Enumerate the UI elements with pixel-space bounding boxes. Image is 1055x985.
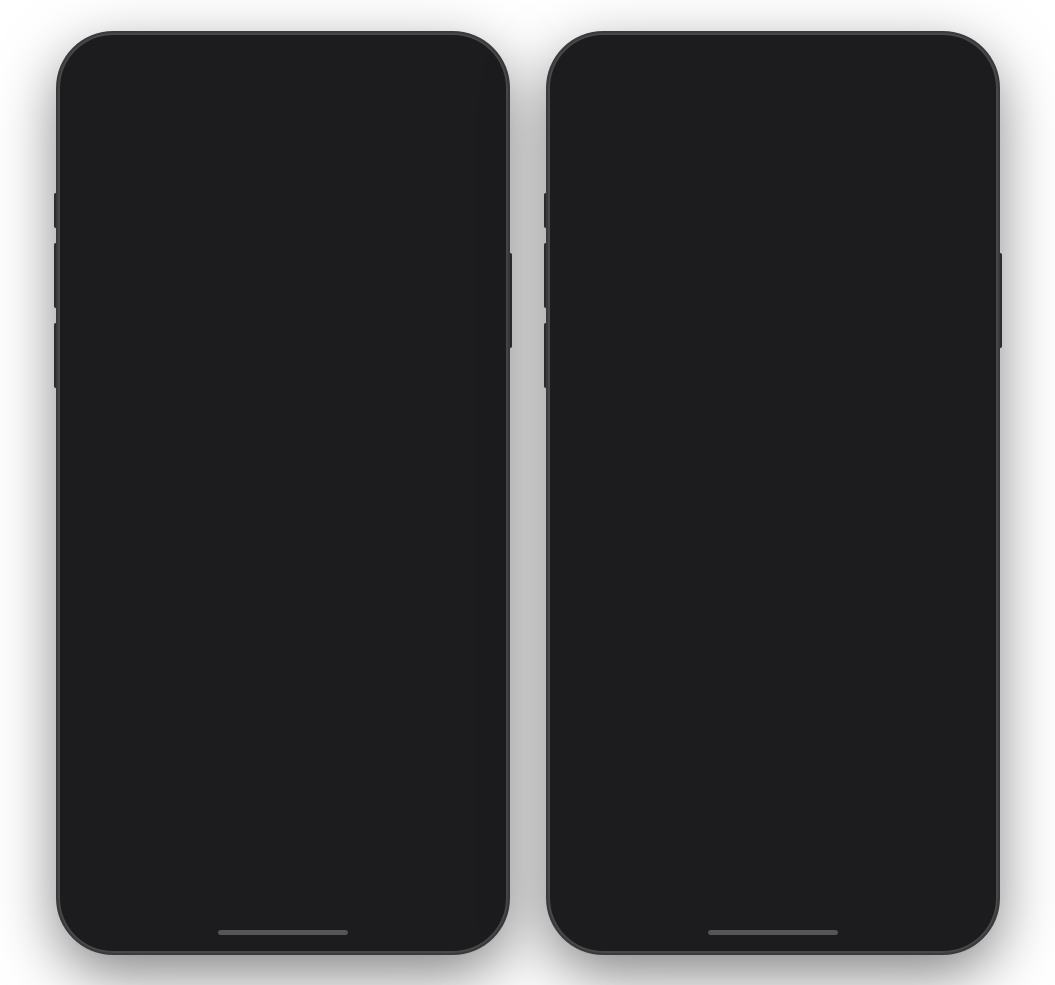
- similar-image-2[interactable]: [676, 851, 771, 921]
- device-name: Apple iPhone 13 Pro: [104, 672, 242, 689]
- leaf-icon: 🌿: [92, 532, 124, 564]
- right-screen: 🌿 Results ✕ Siri Knowledge Show More: [562, 47, 984, 939]
- fuchsia-info: Fuchsia Fuchsia is a genus of flowering …: [658, 593, 939, 679]
- format-badge: JPEG: [393, 673, 434, 689]
- lookup-label-text: Look Up –: [136, 539, 213, 556]
- left-phone: Add a Caption 🌿 Look Up – Plant › Monday…: [58, 33, 508, 953]
- visual-lookup-icon: 🌿: [743, 209, 803, 269]
- info-button[interactable]: ✦i: [318, 899, 335, 924]
- results-content[interactable]: Siri Knowledge Show More Fuchsia Fuchsia…: [562, 532, 984, 939]
- focal-value: 26 mm: [175, 751, 247, 769]
- fuchsia-source: Wikipedia: [658, 667, 939, 679]
- similar-images-row: [578, 851, 968, 921]
- caption-field[interactable]: Add a Caption: [72, 467, 494, 520]
- hardy-description: Fuchsia magellanica, commonly known as t…: [658, 725, 939, 775]
- show-more-button[interactable]: Show More: [897, 551, 968, 567]
- similar-image-3[interactable]: [775, 851, 870, 921]
- similar-section: Similar Web Images: [578, 802, 968, 921]
- fuchsia-thumbnail: [590, 608, 646, 664]
- fuchsia-description: Fuchsia is a genus of flowering plants t…: [658, 614, 939, 664]
- date-text: Monday • May 30, 2022 • 9:23 AM: [92, 599, 303, 615]
- lookup-chevron-icon: ›: [261, 539, 266, 555]
- similar-image-4[interactable]: [873, 851, 968, 921]
- volume-down-button[interactable]: [54, 323, 58, 388]
- aperture-value: ƒ1.5: [319, 751, 391, 769]
- left-screen: Add a Caption 🌿 Look Up – Plant › Monday…: [72, 47, 494, 939]
- sheet-handle: [755, 475, 791, 479]
- similar-image-1[interactable]: [578, 851, 673, 921]
- favorite-button[interactable]: ♡: [222, 899, 242, 925]
- dot-indicator: [770, 449, 776, 455]
- share-button[interactable]: ⬆: [129, 899, 146, 924]
- fuchsia-title: Fuchsia: [658, 593, 939, 611]
- photo-info-section: Monday • May 30, 2022 • 9:23 AM Adjust ☁…: [72, 585, 494, 650]
- power-button-right[interactable]: [998, 253, 1002, 348]
- camera-details: Wide Camera — 26 mm ƒ1.5: [104, 700, 462, 714]
- vibrant-badge: VIBRANT: [398, 718, 462, 734]
- ev-value: 0 ev: [247, 751, 319, 769]
- lookup-row[interactable]: 🌿 Look Up – Plant ›: [72, 520, 494, 577]
- hardy-thumbnail: [590, 719, 646, 775]
- lookup-label: Look Up – Plant ›: [136, 539, 266, 557]
- knowledge-item-hardy[interactable]: Hardy fuchsia Fuchsia magellanica, commo…: [578, 691, 968, 802]
- hardy-source: Wikipedia: [658, 778, 939, 790]
- volume-down-button-right[interactable]: [544, 323, 548, 388]
- mp-info: 12 MP • 3024 × 4032 • 3.5 MB: [104, 719, 265, 733]
- photo-image-left[interactable]: [72, 47, 494, 467]
- gear-icon[interactable]: ⚙: [440, 670, 462, 692]
- mute-button[interactable]: [54, 193, 58, 228]
- power-button[interactable]: [508, 253, 512, 348]
- right-phone: 🌿 Results ✕ Siri Knowledge Show More: [548, 33, 998, 953]
- filename-text: IMG_4241: [112, 619, 177, 635]
- bottom-toolbar: ⬆ ♡ ✦i 🗑: [72, 884, 494, 939]
- results-title: Results: [606, 495, 940, 515]
- mute-button-right[interactable]: [544, 193, 548, 228]
- photo-image-right[interactable]: 🌿: [562, 47, 984, 467]
- siri-knowledge-header: Siri Knowledge Show More: [578, 532, 968, 581]
- fuchsia-chevron-icon: ›: [951, 628, 956, 644]
- cloud-icon: ☁: [92, 619, 106, 636]
- similar-title: Similar Web Images: [578, 818, 968, 841]
- volume-up-button-right[interactable]: [544, 243, 548, 308]
- map-thumbnail[interactable]: [72, 789, 494, 889]
- shutter-value: 1/181 s: [391, 751, 462, 769]
- results-header: Results ✕: [562, 483, 984, 532]
- results-sheet: Results ✕ Siri Knowledge Show More Fuchs…: [562, 467, 984, 939]
- iso-value: ISO 50: [104, 751, 176, 769]
- device-info-section: Apple iPhone 13 Pro JPEG ⚙ Wide Camera —…: [84, 658, 482, 781]
- hardy-info: Hardy fuchsia Fuchsia magellanica, commo…: [658, 704, 939, 790]
- caption-placeholder: Add a Caption: [92, 483, 200, 502]
- knowledge-item-fuchsia[interactable]: Fuchsia Fuchsia is a genus of flowering …: [578, 581, 968, 691]
- hardy-title: Hardy fuchsia: [658, 704, 939, 722]
- siri-knowledge-title: Siri Knowledge: [578, 548, 722, 571]
- exif-row: ISO 50 26 mm 0 ev ƒ1.5 1/181 s: [104, 742, 462, 769]
- close-button[interactable]: ✕: [940, 491, 968, 519]
- adjust-button[interactable]: Adjust: [435, 599, 474, 615]
- lookup-subject: Plant: [217, 539, 256, 556]
- delete-button[interactable]: 🗑: [410, 899, 435, 924]
- info-badge: i: [324, 895, 338, 909]
- volume-up-button[interactable]: [54, 243, 58, 308]
- knowledge-card: Fuchsia Fuchsia is a genus of flowering …: [578, 581, 968, 803]
- hardy-chevron-icon: ›: [951, 739, 956, 755]
